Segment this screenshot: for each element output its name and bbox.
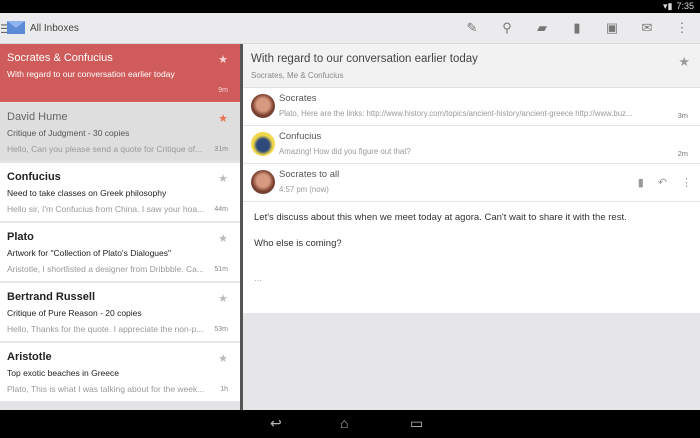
snippet: Aristotle, I shortlisted a designer from… bbox=[7, 264, 204, 274]
snippet: Plato, Here are the links: http://www.hi… bbox=[279, 109, 633, 118]
list-item[interactable]: Socrates & Confucius With regard to our … bbox=[0, 44, 240, 103]
time: 31m bbox=[214, 146, 228, 153]
list-item[interactable]: Aristotle Top exotic beaches in Greece P… bbox=[0, 343, 243, 403]
conversation-header: With regard to our conversation earlier … bbox=[243, 44, 700, 88]
message-list: Socrates & Confucius With regard to our … bbox=[0, 44, 243, 410]
search-icon[interactable]: ⚲ bbox=[499, 20, 515, 36]
archive-icon[interactable]: ▮ bbox=[638, 177, 644, 189]
sender: Socrates bbox=[279, 93, 317, 104]
star-icon[interactable]: ★ bbox=[218, 292, 228, 305]
list-item[interactable]: David Hume Critique of Judgment - 30 cop… bbox=[0, 103, 243, 163]
snippet: Hello, Can you please send a quote for C… bbox=[7, 144, 203, 154]
subject: Critique of Pure Reason - 20 copies bbox=[7, 308, 142, 318]
snippet: Hello, Thanks for the quote. I appreciat… bbox=[7, 324, 204, 334]
toolbar: ☰ All Inboxes ✎ ⚲ ▰ ▮ ▣ ✉ ⋮ bbox=[0, 13, 700, 44]
snippet: Hello sir, I'm Confucius from China. I s… bbox=[7, 204, 205, 214]
star-icon[interactable]: ★ bbox=[218, 112, 228, 125]
home-icon[interactable]: ⌂ bbox=[340, 415, 348, 431]
navigation-bar: ↩ ⌂ ▭ bbox=[0, 410, 700, 438]
open-message-header: Socrates to all 4:57 pm (now) ▮ ↶ ⋮ bbox=[243, 164, 700, 202]
list-item[interactable]: Confucius Need to take classes on Greek … bbox=[0, 163, 243, 223]
mail-logo-icon bbox=[7, 21, 25, 34]
mail-icon[interactable]: ✉ bbox=[639, 20, 655, 36]
body-paragraph: Who else is coming? bbox=[254, 238, 342, 249]
trash-icon[interactable]: ▮ bbox=[569, 20, 585, 36]
body-paragraph: Let's discuss about this when we meet to… bbox=[254, 212, 627, 223]
sender: Socrates & Confucius bbox=[7, 52, 113, 64]
message-body: Let's discuss about this when we meet to… bbox=[243, 202, 700, 313]
archive-icon[interactable]: ▣ bbox=[604, 20, 620, 36]
subject: Top exotic beaches in Greece bbox=[7, 368, 119, 378]
avatar bbox=[251, 132, 275, 156]
star-icon[interactable]: ★ bbox=[218, 172, 228, 185]
time: 1h bbox=[220, 386, 228, 393]
subject: Need to take classes on Greek philosophy bbox=[7, 188, 167, 198]
list-item[interactable]: Bertrand Russell Critique of Pure Reason… bbox=[0, 283, 243, 343]
sender: Bertrand Russell bbox=[7, 291, 96, 303]
star-icon[interactable]: ★ bbox=[678, 54, 690, 70]
snippet: Plato, This is what I was talking about … bbox=[7, 384, 205, 394]
recents-icon[interactable]: ▭ bbox=[410, 415, 423, 432]
sender: David Hume bbox=[7, 111, 68, 123]
status-bar: ▾▮ 7:35 bbox=[0, 0, 700, 13]
subject: Critique of Judgment - 30 copies bbox=[7, 128, 130, 138]
conversation-pane: With regard to our conversation earlier … bbox=[243, 44, 700, 410]
time: 51m bbox=[214, 266, 228, 273]
snippet: Amazing! How did you figure out that? bbox=[279, 147, 411, 156]
wifi-icon: ▾▮ bbox=[662, 1, 673, 11]
collapsed-message[interactable]: Socrates Plato, Here are the links: http… bbox=[243, 88, 700, 126]
star-icon[interactable]: ★ bbox=[218, 53, 228, 66]
time: 3m bbox=[677, 111, 688, 120]
collapsed-message[interactable]: Confucius Amazing! How did you figure ou… bbox=[243, 126, 700, 164]
sender: Plato bbox=[7, 231, 34, 243]
participants: Socrates, Me & Confucius bbox=[251, 71, 344, 80]
reply-all-icon[interactable]: ↶ bbox=[658, 177, 667, 189]
sender: Aristotle bbox=[7, 351, 52, 363]
time: 2m bbox=[677, 149, 688, 158]
subject: With regard to our conversation earlier … bbox=[7, 69, 175, 79]
account-selector[interactable]: All Inboxes bbox=[30, 23, 79, 34]
status-time: 7:35 bbox=[676, 1, 694, 11]
sender: Confucius bbox=[7, 171, 61, 183]
conversation-title: With regard to our conversation earlier … bbox=[251, 53, 478, 65]
time: 53m bbox=[214, 326, 228, 333]
time: 44m bbox=[214, 206, 228, 213]
more-icon[interactable]: ⋮ bbox=[674, 20, 690, 36]
folder-icon[interactable]: ▰ bbox=[534, 20, 550, 36]
avatar bbox=[251, 170, 275, 194]
avatar bbox=[251, 94, 275, 118]
list-item[interactable]: Plato Artwork for "Collection of Plato's… bbox=[0, 223, 243, 283]
compose-icon[interactable]: ✎ bbox=[464, 20, 480, 36]
subject: Artwork for "Collection of Plato's Dialo… bbox=[7, 248, 172, 258]
star-icon[interactable]: ★ bbox=[218, 352, 228, 365]
sender: Confucius bbox=[279, 131, 322, 142]
time: 4:57 pm (now) bbox=[279, 185, 329, 194]
star-icon[interactable]: ★ bbox=[218, 232, 228, 245]
time: 9m bbox=[218, 87, 228, 94]
more-icon[interactable]: ⋮ bbox=[681, 177, 692, 189]
show-quoted-button[interactable]: ... bbox=[254, 273, 689, 284]
back-icon[interactable]: ↩ bbox=[270, 415, 282, 432]
